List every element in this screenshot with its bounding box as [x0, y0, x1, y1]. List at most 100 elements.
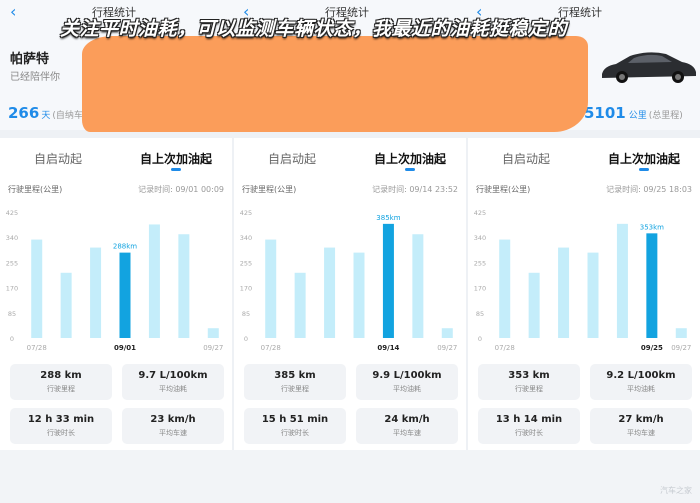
x-tick-label: 09/27 [203, 344, 223, 352]
tab-since-start[interactable]: 自启动起 [268, 150, 316, 167]
bar [412, 234, 424, 338]
odometer-label: (总里程) [648, 111, 683, 121]
y-tick-label: 255 [6, 259, 18, 267]
bar [441, 328, 453, 338]
stat-label: 行驶时长 [47, 429, 75, 437]
stat-value: 27 km/h [618, 414, 664, 425]
y-tick-label: 340 [474, 234, 486, 242]
stat-label: 平均车速 [627, 429, 655, 437]
bar [675, 328, 687, 338]
tab-since-refuel[interactable]: 自上次加油起 [608, 150, 680, 167]
metric-label: 行驶里程(公里) [8, 185, 63, 194]
stat-fuel-consumption: 9.7 L/100km 平均油耗 [122, 364, 224, 400]
y-tick-label: 425 [6, 209, 18, 217]
tab-since-refuel[interactable]: 自上次加油起 [140, 150, 212, 167]
y-tick-label: 425 [240, 209, 252, 217]
active-tab-indicator [639, 168, 649, 171]
privacy-redaction [82, 36, 588, 132]
bar [499, 239, 511, 338]
stat-label: 行驶里程 [515, 385, 543, 393]
stat-avg-speed: 24 km/h 平均车速 [356, 408, 458, 444]
bar [587, 252, 599, 338]
odometer-unit: 公里 [628, 111, 647, 121]
bar [31, 239, 43, 338]
x-tick-label: 07/28 [27, 344, 47, 352]
watermark: 汽车之家 [660, 486, 692, 495]
mileage-bar-chart: 0 85 170 255 340 425 07/28 353km 09/25 09/27 [474, 209, 692, 352]
tab-bar: 自启动起 自上次加油起 [468, 138, 700, 174]
active-tab-indicator [171, 168, 181, 171]
car-subtitle: 已经陪伴你 [10, 72, 60, 83]
footer-area [0, 450, 700, 503]
metric-label: 行驶里程(公里) [242, 185, 297, 194]
bar-highlight [646, 233, 658, 338]
tab-since-start[interactable]: 自启动起 [34, 150, 82, 167]
stat-label: 平均车速 [393, 429, 421, 437]
bar [558, 247, 570, 338]
stat-duration: 13 h 14 min 行驶时长 [478, 408, 580, 444]
x-tick-label: 09/25 [641, 344, 663, 352]
record-time: 记录时间: 09/25 18:03 [606, 185, 692, 194]
stat-avg-speed: 27 km/h 平均车速 [590, 408, 692, 444]
y-tick-label: 340 [240, 234, 252, 242]
active-tab-indicator [405, 168, 415, 171]
stat-label: 平均油耗 [159, 385, 187, 393]
stat-fuel-consumption: 9.2 L/100km 平均油耗 [590, 364, 692, 400]
tab-bar: 自启动起 自上次加油起 [0, 138, 232, 174]
bar [528, 272, 540, 338]
bar [353, 252, 365, 338]
bar [616, 223, 628, 338]
stat-value: 23 km/h [150, 414, 196, 425]
stat-distance: 385 km 行驶里程 [244, 364, 346, 400]
record-time: 记录时间: 09/01 00:09 [138, 185, 224, 194]
days-counter: 266 天 (自纳车 [8, 104, 83, 122]
bar [178, 234, 190, 338]
metric-label: 行驶里程(公里) [476, 185, 531, 194]
stat-value: 385 km [274, 370, 316, 381]
y-tick-label: 255 [474, 259, 486, 267]
bar [90, 247, 102, 338]
stat-value: 12 h 33 min [27, 414, 95, 425]
days-value: 266 [8, 104, 40, 122]
x-tick-label: 09/14 [377, 344, 399, 352]
y-tick-label: 0 [10, 335, 14, 343]
y-tick-label: 340 [6, 234, 18, 242]
x-tick-label: 07/28 [261, 344, 281, 352]
bar [60, 272, 72, 338]
y-tick-label: 0 [478, 335, 482, 343]
tab-bar: 自启动起 自上次加油起 [234, 138, 466, 174]
stat-avg-speed: 23 km/h 平均车速 [122, 408, 224, 444]
stat-label: 行驶时长 [515, 429, 543, 437]
stat-duration: 12 h 33 min 行驶时长 [10, 408, 112, 444]
stat-label: 行驶里程 [47, 385, 75, 393]
header: ‹ 行程统计 ‹ 行程统计 ‹ 行程统计 帕萨特 已经陪伴你 266 天 (自纳车 … [0, 0, 700, 132]
stat-value: 288 km [40, 370, 82, 381]
bar [324, 247, 336, 338]
tab-since-refuel[interactable]: 自上次加油起 [374, 150, 446, 167]
stat-label: 平均车速 [159, 429, 187, 437]
bar-highlight [119, 252, 131, 338]
stat-fuel-consumption: 9.9 L/100km 平均油耗 [356, 364, 458, 400]
record-time: 记录时间: 09/14 23:52 [372, 185, 458, 194]
bar-highlight [382, 223, 394, 338]
stat-label: 行驶时长 [281, 429, 309, 437]
stat-value: 15 h 51 min [261, 414, 329, 425]
stat-duration: 15 h 51 min 行驶时长 [244, 408, 346, 444]
trip-stats-panel: 自启动起 自上次加油起行驶里程(公里) 记录时间: 09/01 00:09 0 85 17… [0, 138, 232, 450]
car-image [602, 52, 696, 83]
y-tick-label: 85 [476, 310, 484, 318]
trip-stats-panel: 自启动起 自上次加油起 行驶里程(公里) 记录时间: 09/25 18:03 0 85 17… [468, 138, 700, 450]
trip-stats-panel: 自启动起 自上次加油起 行驶里程(公里) 记录时间: 09/14 23:52 0 85 17… [234, 138, 466, 450]
y-tick-label: 170 [240, 285, 252, 293]
y-tick-label: 170 [6, 285, 18, 293]
x-tick-label: 09/27 [671, 344, 691, 352]
back-icon[interactable]: ‹ [10, 2, 16, 21]
bar [294, 272, 306, 338]
tab-since-start[interactable]: 自启动起 [502, 150, 550, 167]
bar-value-label: 288km [113, 243, 137, 251]
stat-distance: 353 km 行驶里程 [478, 364, 580, 400]
x-tick-label: 09/27 [437, 344, 457, 352]
y-tick-label: 85 [8, 310, 16, 318]
y-tick-label: 0 [244, 335, 248, 343]
bar [265, 239, 277, 338]
